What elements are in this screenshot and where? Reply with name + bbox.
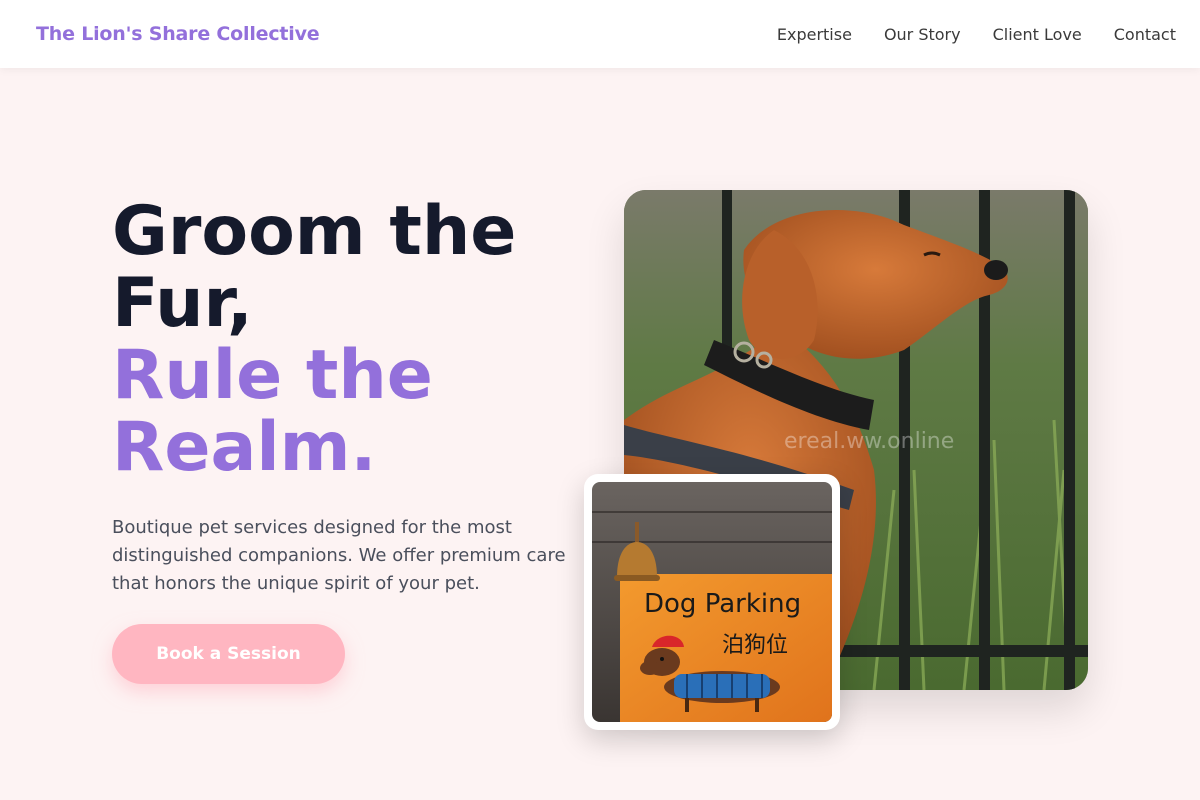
site-header: The Lion's Share Collective Expertise Ou… [0,0,1200,68]
inset-photo-frame: Dog Parking 泊狗位 [584,474,840,730]
nav-link-client-love[interactable]: Client Love [993,25,1082,44]
headline-line-1: Groom the [112,192,517,271]
nav-link-our-story[interactable]: Our Story [884,25,961,44]
headline-line-2: Fur, [112,264,253,343]
headline-accent-line-2: Realm. [112,408,377,487]
watermark-text: ereal.ww.online [784,429,954,454]
hero-tagline: Boutique pet services designed for the m… [112,517,566,594]
dog-parking-sign-photo: Dog Parking 泊狗位 [592,482,832,722]
main-nav: Expertise Our Story Client Love Contact [777,25,1176,44]
nav-link-contact[interactable]: Contact [1114,25,1176,44]
hero-section: Groom the Fur, Rule the Realm. Boutique … [112,196,582,598]
nav-link-expertise[interactable]: Expertise [777,25,852,44]
brand-logo[interactable]: The Lion's Share Collective [36,23,320,45]
hero-headline: Groom the Fur, Rule the Realm. [112,196,582,484]
sign-text-zh: 泊狗位 [722,633,788,658]
book-session-button[interactable]: Book a Session [112,624,345,684]
sign-text-en: Dog Parking [644,589,801,619]
headline-accent-line-1: Rule the [112,336,433,415]
